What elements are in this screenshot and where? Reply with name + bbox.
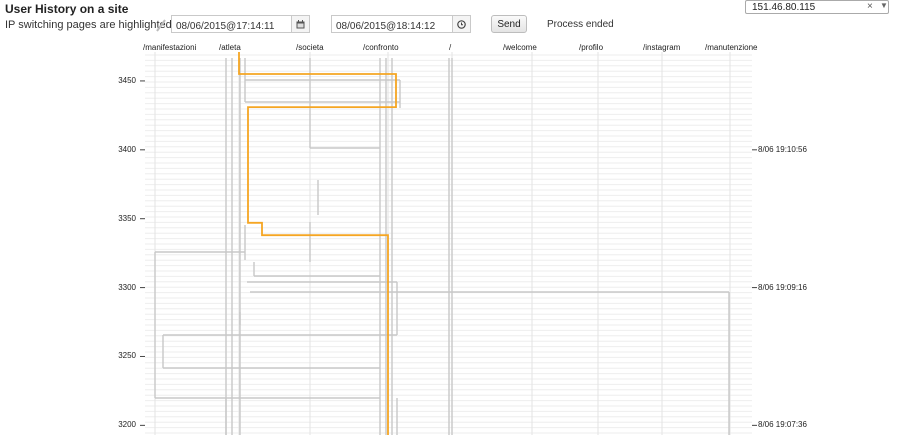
- history-chart: [140, 52, 757, 435]
